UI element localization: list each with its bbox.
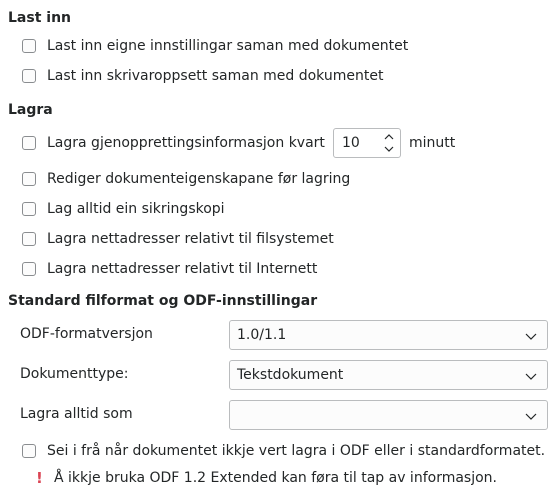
dropdown-value: 1.0/1.1 bbox=[237, 327, 287, 343]
checkbox-box[interactable] bbox=[22, 39, 36, 53]
doctype-dropdown[interactable]: Tekstdokument bbox=[229, 360, 548, 390]
checkbox-label: Sei i frå når dokumentet ikkje vert lagr… bbox=[47, 443, 546, 459]
checkbox-box[interactable] bbox=[22, 172, 36, 186]
doctype-label: Dokumenttype: bbox=[20, 366, 129, 382]
warning-icon: ! bbox=[36, 469, 43, 487]
edit-properties-checkbox[interactable]: Rediger dokumenteigenskapane før lagring bbox=[22, 168, 350, 190]
checkbox-box[interactable] bbox=[22, 444, 36, 458]
checkbox-label: Lagra nettadresser relativt til Internet… bbox=[47, 261, 318, 277]
always-backup-checkbox[interactable]: Lag alltid ein sikringskopi bbox=[22, 198, 225, 220]
spinbox-value[interactable]: 10 bbox=[342, 135, 360, 151]
checkbox-box[interactable] bbox=[22, 136, 36, 150]
warn-not-odf-checkbox[interactable]: Sei i frå når dokumentet ikkje vert lagr… bbox=[22, 440, 545, 462]
load-printer-settings-checkbox[interactable]: Last inn skrivaroppsett saman med dokume… bbox=[22, 65, 383, 87]
odf-warning-text: Å ikkje bruka ODF 1.2 Extended kan føra … bbox=[54, 470, 497, 486]
dropdown-value: Tekstdokument bbox=[237, 367, 344, 383]
always-save-as-label: Lagra alltid som bbox=[20, 406, 133, 422]
autorecovery-unit-label: minutt bbox=[409, 135, 456, 151]
checkbox-label: Last inn eigne innstillingar saman med d… bbox=[47, 38, 409, 54]
odf-version-dropdown[interactable]: 1.0/1.1 bbox=[229, 320, 548, 350]
checkbox-box[interactable] bbox=[22, 202, 36, 216]
save-section-title: Lagra bbox=[8, 102, 53, 118]
load-section-title: Last inn bbox=[8, 10, 71, 26]
format-section-title: Standard filformat og ODF-innstillingar bbox=[8, 293, 318, 309]
checkbox-label: Lagra gjenopprettingsinformasjon kvart bbox=[47, 135, 325, 151]
autorecovery-checkbox[interactable]: Lagra gjenopprettingsinformasjon kvart bbox=[22, 132, 325, 154]
autorecovery-minutes-spinbox[interactable]: 10 bbox=[333, 128, 401, 158]
checkbox-label: Rediger dokumenteigenskapane før lagring bbox=[47, 171, 351, 187]
checkbox-box[interactable] bbox=[22, 232, 36, 246]
relative-internet-checkbox[interactable]: Lagra nettadresser relativt til Internet… bbox=[22, 258, 317, 280]
chevron-down-icon[interactable] bbox=[525, 331, 537, 341]
chevron-down-icon[interactable] bbox=[525, 411, 537, 421]
checkbox-label: Last inn skrivaroppsett saman med dokume… bbox=[47, 68, 384, 84]
always-save-as-dropdown[interactable] bbox=[229, 400, 548, 430]
checkbox-label: Lag alltid ein sikringskopi bbox=[47, 201, 225, 217]
chevron-down-icon[interactable] bbox=[384, 144, 394, 154]
checkbox-box[interactable] bbox=[22, 262, 36, 276]
chevron-up-icon[interactable] bbox=[384, 132, 394, 142]
chevron-down-icon[interactable] bbox=[525, 371, 537, 381]
checkbox-box[interactable] bbox=[22, 69, 36, 83]
odf-version-label: ODF-formatversjon bbox=[20, 326, 153, 342]
relative-filesystem-checkbox[interactable]: Lagra nettadresser relativt til filsyste… bbox=[22, 228, 334, 250]
checkbox-label: Lagra nettadresser relativt til filsyste… bbox=[47, 231, 334, 247]
load-user-settings-checkbox[interactable]: Last inn eigne innstillingar saman med d… bbox=[22, 35, 408, 57]
